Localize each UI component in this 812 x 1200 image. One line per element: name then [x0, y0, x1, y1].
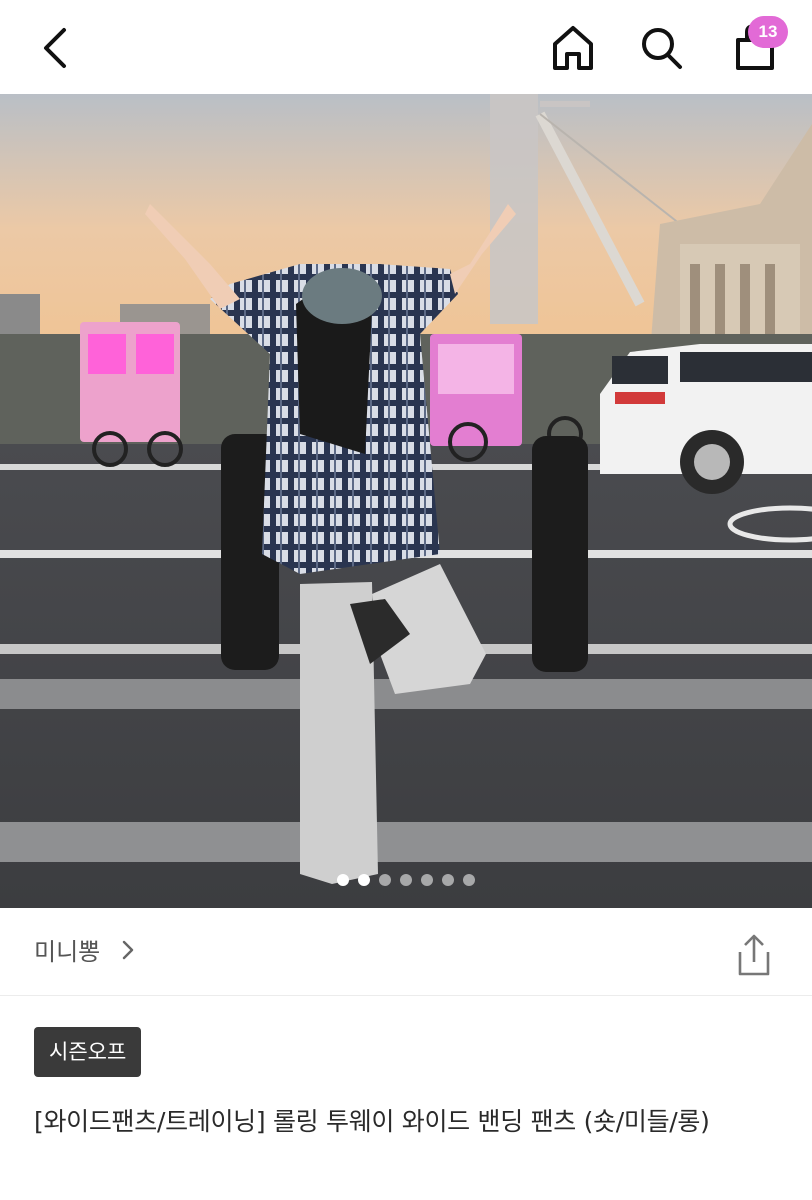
carousel-dot[interactable]	[421, 874, 433, 886]
carousel-dot[interactable]	[463, 874, 475, 886]
carousel-dot[interactable]	[358, 874, 370, 886]
home-icon[interactable]	[548, 20, 598, 74]
carousel-dot[interactable]	[379, 874, 391, 886]
search-icon[interactable]	[636, 20, 688, 74]
season-off-tag: 시즌오프	[34, 1027, 142, 1077]
carousel-dot[interactable]	[400, 874, 412, 886]
carousel-dot[interactable]	[337, 874, 349, 886]
carousel-dot[interactable]	[442, 874, 454, 886]
back-arrow-icon[interactable]	[34, 22, 78, 74]
shop-name-link[interactable]: 미니뽕	[34, 932, 100, 967]
product-photo	[0, 94, 812, 908]
product-image-carousel[interactable]	[0, 94, 812, 908]
cart-count-badge: 13	[748, 16, 788, 48]
product-title: [와이드팬츠/트레이닝] 롤링 투웨이 와이드 밴딩 팬츠 (숏/미들/롱)	[34, 1107, 710, 1136]
chevron-right-icon[interactable]	[118, 934, 138, 966]
top-navigation-bar: 13	[0, 0, 812, 94]
share-icon[interactable]	[730, 930, 778, 980]
shop-row: 미니뽕	[0, 908, 812, 996]
carousel-indicator	[0, 874, 812, 890]
